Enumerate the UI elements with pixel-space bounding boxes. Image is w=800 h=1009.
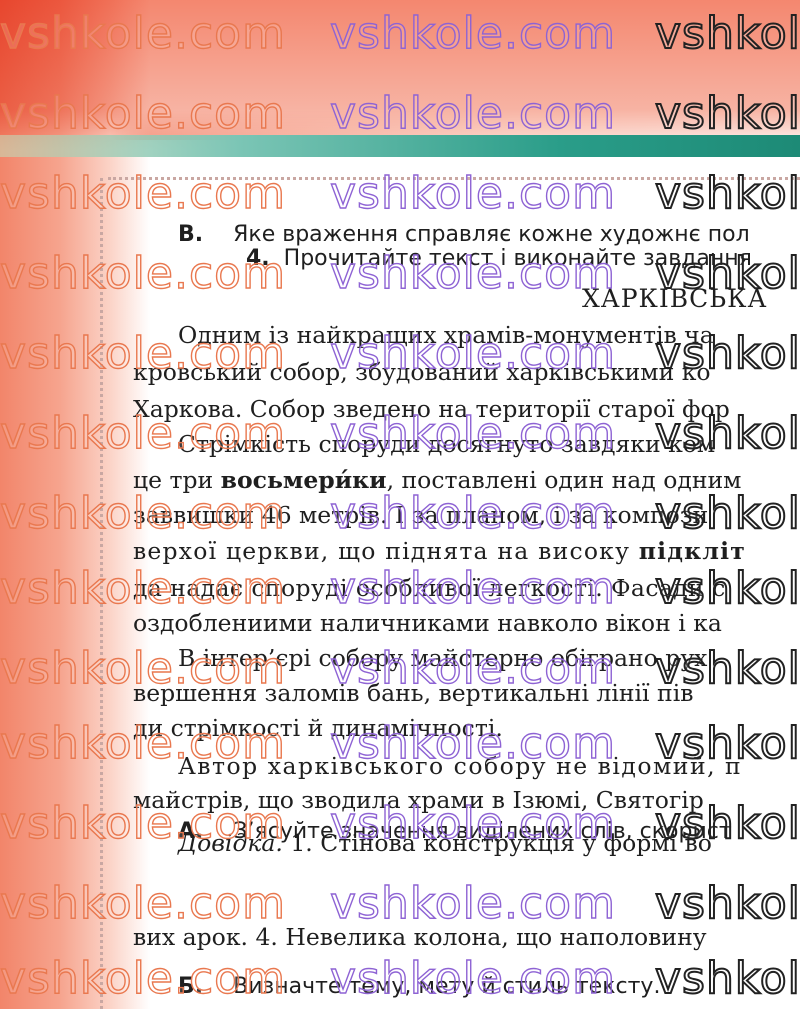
body-line: кровський собор, збудований харківськими… — [133, 357, 711, 387]
body-line: Одним із найкращих храмів-монументів ча — [178, 320, 714, 350]
body-text-span: Автор харківського собору не відомий, п — [178, 752, 743, 780]
body-line: да надає споруді особливої легкості. Фас… — [133, 573, 726, 603]
body-text-span: Стрімкість споруди досягнуто завдяки ком — [178, 430, 716, 458]
body-line: В інтер’єрі собору майстерно обіграно ру… — [178, 643, 707, 673]
body-text-span: майстрів, що зводила храми в Ізюмі, Свят… — [133, 786, 704, 814]
body-text-span: оздоблениими наличниками навколо вікон і… — [133, 609, 722, 637]
body-text-span: це три — [133, 466, 221, 494]
body-line: верхої церкви, що піднята на високу підк… — [133, 536, 746, 566]
body-text-span: кровський собор, збудований харківськими… — [133, 358, 711, 386]
dotted-border-top — [108, 177, 800, 180]
body-text-span: ди стрімкості й динамічності. — [133, 714, 503, 742]
text-title: ХАРКІВСЬКА — [582, 284, 768, 313]
body-line: заввишки 46 метрів. І за планом, і за ко… — [133, 500, 708, 530]
body-text-span: да надає споруді особливої легкості. Фас… — [133, 574, 726, 602]
task-text: Прочитайте текст і виконайте завдання — [283, 246, 752, 271]
task-number: 4. — [246, 246, 270, 271]
body-text-span: заввишки 46 метрів. І за планом, і за ко… — [133, 501, 709, 529]
dotted-border-left — [100, 178, 103, 1009]
body-text-span: , поставлені один над одним — [386, 466, 742, 494]
body-line: ди стрімкості й динамічності. — [133, 713, 503, 743]
task-4: 4. Прочитайте текст і виконайте завдання — [246, 244, 752, 274]
dovidka-text: 1. Стінова конструкція у формі во — [282, 829, 712, 857]
question-letter: В. — [178, 222, 204, 247]
body-line: Автор харківського собору не відомий, п — [178, 751, 742, 781]
teal-header-bar — [0, 135, 800, 157]
body-line: вершення заломів бань, вертикальні лінії… — [133, 678, 693, 708]
task-text: Визначте тему, мету й стиль тексту. — [233, 974, 661, 999]
body-line: це три восьмери́ки, поставлені один над … — [133, 465, 741, 495]
body-text-span: Одним із найкращих храмів-монументів ча — [178, 321, 714, 349]
body-line: майстрів, що зводила храми в Ізюмі, Свят… — [133, 785, 704, 815]
body-text-span: вершення заломів бань, вертикальні лінії… — [133, 679, 694, 707]
body-line: Стрімкість споруди досягнуто завдяки ком — [178, 429, 715, 459]
task-letter: Б. — [178, 974, 204, 999]
body-line: Харкова. Собор зведено на території стар… — [133, 394, 730, 424]
dovidka-continuation: вих арок. 4. Невелика колона, що наполов… — [133, 923, 707, 951]
bold-term: восьмери́ки — [220, 466, 387, 494]
body-text-span: В інтер’єрі собору майстерно обіграно ру… — [178, 644, 708, 672]
body-line: оздоблениими наличниками навколо вікон і… — [133, 608, 722, 638]
body-text-span: Харкова. Собор зведено на території стар… — [133, 395, 730, 423]
bold-term: підкліт — [638, 537, 746, 565]
dovidka-label: Довідка. — [178, 829, 283, 857]
body-text-span: верхої церкви, що піднята на високу — [133, 537, 639, 565]
dovidka-line: Довідка. 1. Стінова конструкція у формі … — [178, 828, 712, 858]
task-b: Б. Визначте тему, мету й стиль тексту. — [178, 972, 660, 1002]
